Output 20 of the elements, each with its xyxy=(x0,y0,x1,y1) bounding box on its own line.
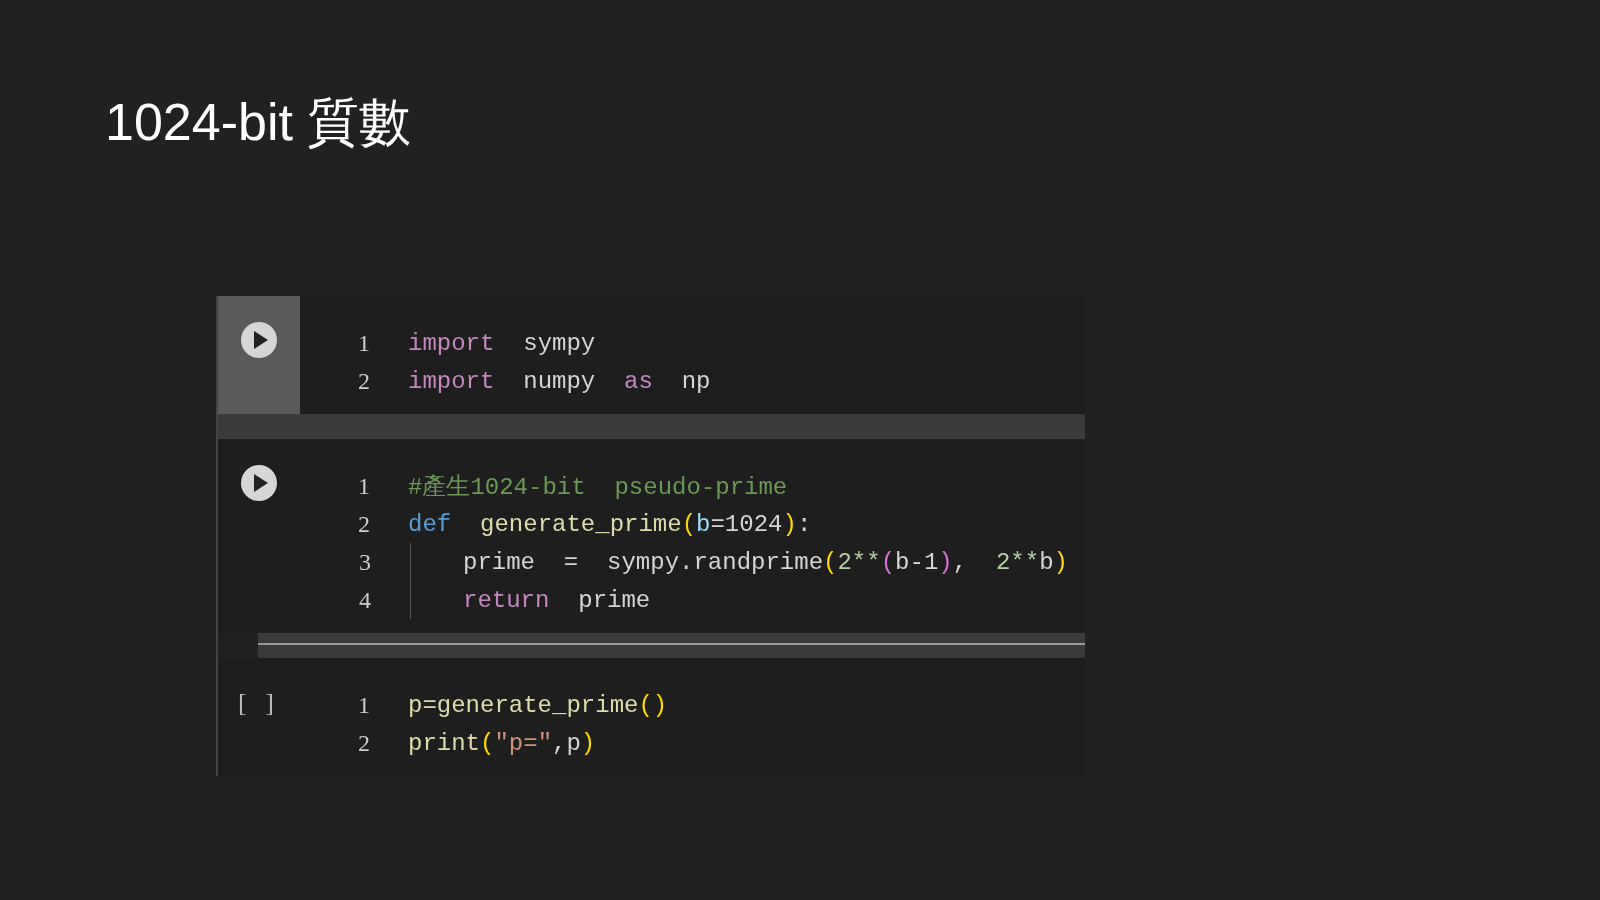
code-line: prime = sympy.randprime(2**(b-1), 2**b) xyxy=(462,548,1068,576)
code-line: import sympy xyxy=(408,329,596,357)
line-number: 4 xyxy=(358,586,372,614)
run-button-icon[interactable] xyxy=(241,322,277,358)
code-line: #產生1024-bit pseudo-prime xyxy=(408,473,788,502)
line-number: 1 xyxy=(357,329,371,357)
code-line: import numpy as np xyxy=(408,367,711,395)
line-number: 2 xyxy=(357,729,371,757)
line-number: 1 xyxy=(357,472,371,500)
slide-title: 1024-bit 質數 xyxy=(105,92,412,153)
code-line: p=generate_prime() xyxy=(408,691,668,719)
line-number: 2 xyxy=(357,510,371,538)
line-number: 3 xyxy=(358,548,372,576)
run-button-icon[interactable] xyxy=(241,465,277,501)
code-line: return prime xyxy=(462,586,651,614)
code-line: print(″p=″,p) xyxy=(408,729,596,757)
code-line: def generate_prime(b=1024): xyxy=(408,510,812,538)
execution-count: [ ] xyxy=(238,687,280,718)
line-number: 2 xyxy=(357,367,371,395)
line-number: 1 xyxy=(357,691,371,719)
